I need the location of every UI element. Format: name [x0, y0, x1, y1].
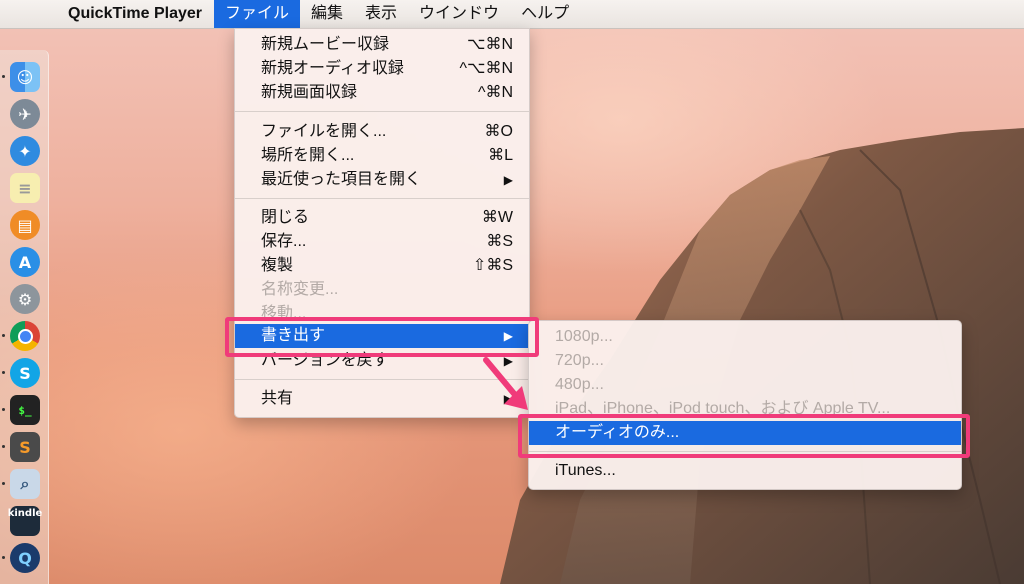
submenu-item-audio-only[interactable]: オーディオのみ... [529, 421, 961, 445]
menu-item-duplicate[interactable]: 複製 ⇧⌘S [235, 254, 529, 278]
menu-item-open-file[interactable]: ファイルを開く... ⌘O [235, 120, 529, 144]
menu-view[interactable]: 表示 [354, 0, 408, 28]
ibooks-icon[interactable]: ▤ [10, 210, 40, 240]
submenu-item-480p: 480p... [555, 376, 604, 393]
menu-edit[interactable]: 編集 [300, 0, 354, 28]
export-submenu: 1080p... 720p... 480p... iPad、iPhone、iPo… [528, 320, 962, 490]
running-indicator [2, 445, 5, 448]
menu-window[interactable]: ウインドウ [408, 0, 510, 28]
menu-separator [235, 111, 529, 112]
submenu-arrow-icon: ▶ [503, 329, 513, 343]
finder-icon[interactable]: ☺ [10, 62, 40, 92]
running-indicator [2, 408, 5, 411]
menu-item-export[interactable]: 書き出す ▶ [235, 324, 529, 348]
submenu-item-itunes[interactable]: iTunes... [529, 459, 961, 483]
terminal-icon[interactable]: $_ [10, 395, 40, 425]
submenu-arrow-icon: ▶ [503, 173, 513, 187]
menu-help[interactable]: ヘルプ [510, 0, 580, 28]
menu-item-save[interactable]: 保存... ⌘S [235, 230, 529, 254]
running-indicator [2, 75, 5, 78]
launchpad-icon[interactable]: ✈ [10, 99, 40, 129]
menu-item-open-location[interactable]: 場所を開く... ⌘L [235, 144, 529, 168]
running-indicator [2, 556, 5, 559]
menu-separator [235, 198, 529, 199]
menu-separator [529, 451, 961, 452]
menu-item-close[interactable]: 閉じる ⌘W [235, 206, 529, 230]
submenu-item-ipad-iphone-appletv: iPad、iPhone、iPod touch、および Apple TV... [555, 400, 891, 417]
menu-item-new-audio-recording[interactable]: 新規オーディオ収録 ^⌥⌘N [235, 57, 529, 81]
notes-icon[interactable]: ≡ [10, 173, 40, 203]
menu-item-move: 移動... [261, 305, 307, 322]
safari-icon[interactable]: ✦ [10, 136, 40, 166]
submenu-item-1080p: 1080p... [555, 328, 613, 345]
menu-bar: QuickTime Player ファイル 編集 表示 ウインドウ ヘルプ [0, 0, 1024, 29]
callout-arrow-icon [483, 357, 528, 410]
menu-file[interactable]: ファイル [214, 0, 301, 28]
quicktime-icon[interactable]: Q [10, 543, 40, 573]
preview-icon[interactable]: ⌕ [10, 469, 40, 499]
dock: ☺ ✈ ✦ ≡ ▤ A ⚙ S $_ S ⌕ kindle Q [0, 50, 49, 584]
kindle-label: kindle [7, 508, 43, 519]
app-store-icon[interactable]: A [10, 247, 40, 277]
menu-item-rename: 名称変更... [261, 281, 339, 298]
menu-item-new-screen-recording[interactable]: 新規画面収録 ^⌘N [235, 81, 529, 105]
kindle-icon[interactable]: kindle [7, 506, 43, 536]
app-menu-quicktime[interactable]: QuickTime Player [68, 5, 202, 23]
running-indicator [2, 334, 5, 337]
sublime-text-icon[interactable]: S [10, 432, 40, 462]
skype-icon[interactable]: S [10, 358, 40, 388]
menu-item-new-movie-recording[interactable]: 新規ムービー収録 ⌥⌘N [235, 33, 529, 57]
chrome-icon[interactable] [10, 321, 40, 351]
running-indicator [2, 371, 5, 374]
running-indicator [2, 482, 5, 485]
menu-item-open-recent[interactable]: 最近使った項目を開く ▶ [235, 168, 529, 192]
system-preferences-icon[interactable]: ⚙ [10, 284, 40, 314]
submenu-item-720p: 720p... [555, 352, 604, 369]
